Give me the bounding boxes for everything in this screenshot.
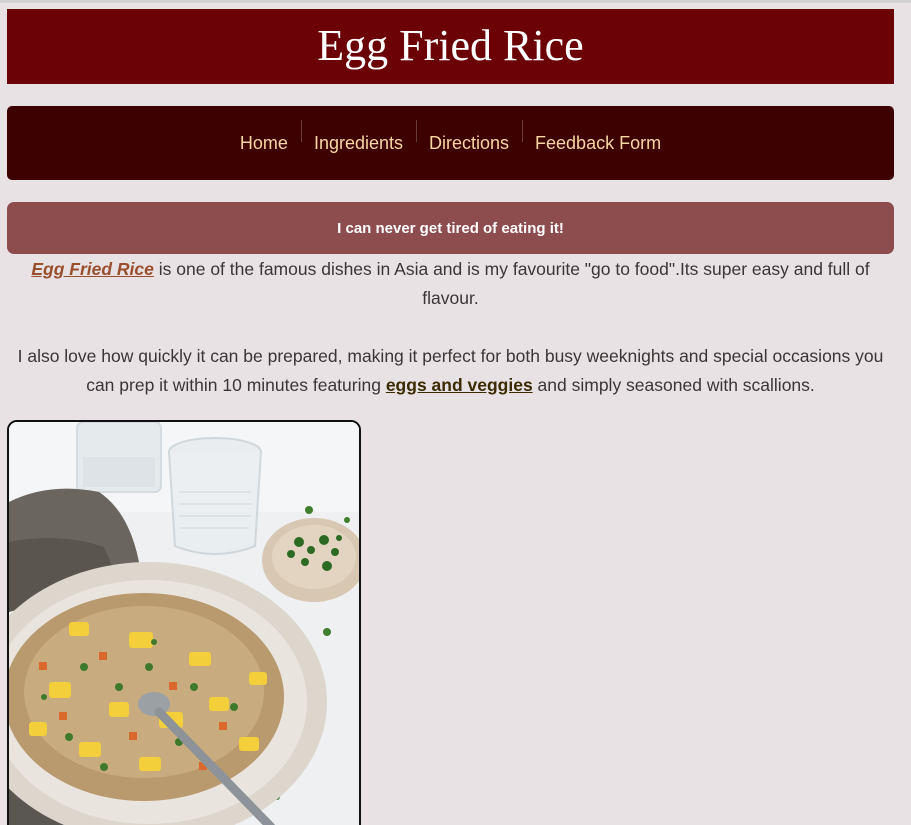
- intro-paragraph-2-text-b: and simply seasoned with scallions.: [532, 375, 815, 395]
- tagline-text: I can never get tired of eating it!: [337, 219, 564, 237]
- nav-list: Home Ingredients Directions Feedback For…: [227, 120, 674, 160]
- nav-item-home[interactable]: Home: [227, 126, 301, 160]
- page-title: Egg Fried Rice: [317, 20, 584, 70]
- nav-item-ingredients[interactable]: Ingredients: [300, 120, 416, 160]
- nav-item-directions[interactable]: Directions: [416, 120, 522, 160]
- nav-item-feedback-form[interactable]: Feedback Form: [522, 120, 674, 160]
- intro-paragraph-1: Egg Fried Rice is one of the famous dish…: [10, 255, 891, 313]
- title-banner: Egg Fried Rice: [7, 9, 894, 84]
- intro-section: Egg Fried Rice is one of the famous dish…: [10, 255, 891, 400]
- fried-rice-illustration: [9, 422, 359, 825]
- egg-fried-rice-link[interactable]: Egg Fried Rice: [31, 259, 154, 279]
- fried-rice-photo: [7, 420, 361, 825]
- eggs-and-veggies-link[interactable]: eggs and veggies: [386, 375, 533, 395]
- main-nav: Home Ingredients Directions Feedback For…: [7, 106, 894, 180]
- intro-paragraph-2: I also love how quickly it can be prepar…: [10, 342, 891, 400]
- top-rule: [0, 0, 911, 3]
- tagline-banner: I can never get tired of eating it!: [7, 202, 894, 254]
- intro-paragraph-1-text: is one of the famous dishes in Asia and …: [153, 259, 870, 308]
